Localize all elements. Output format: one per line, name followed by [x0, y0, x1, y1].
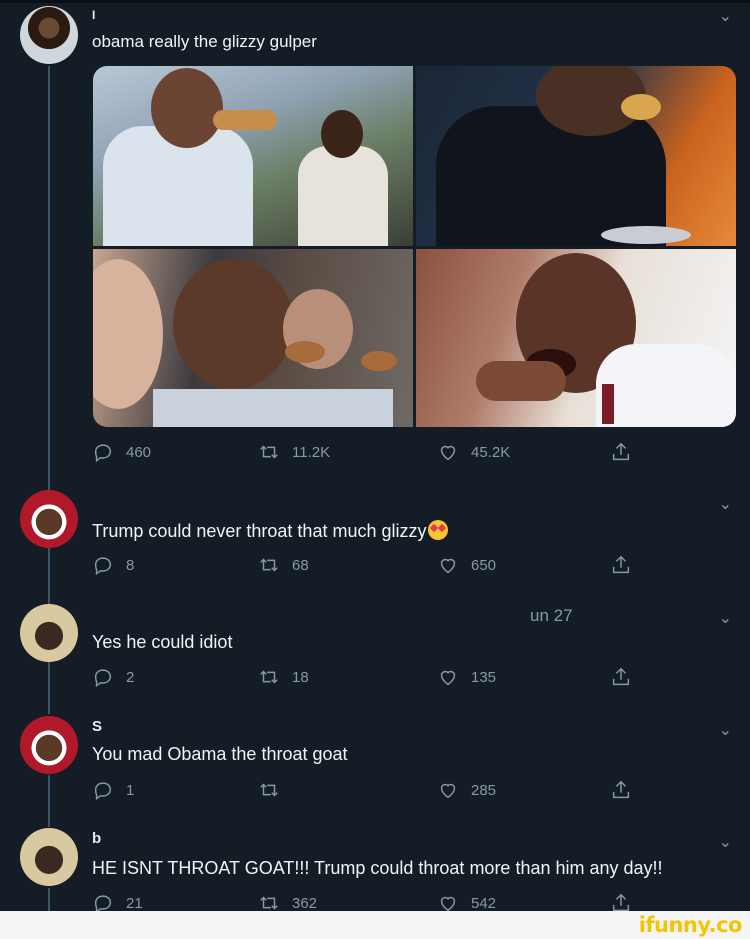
tweet[interactable]: b ⌄ HE ISNT THROAT GOAT!!! Trump could t… [0, 826, 750, 916]
avatar[interactable] [20, 828, 78, 886]
reply-icon [94, 444, 112, 463]
tweet-text: HE ISNT THROAT GOAT!!! Trump could throa… [92, 858, 663, 878]
tweet-date: un 27 [530, 606, 573, 625]
share-icon [612, 780, 630, 799]
reply-button[interactable]: 1 [92, 779, 134, 801]
watermark-bar: ifunny.co [0, 911, 750, 939]
tweet-actions: 1 285 [92, 779, 652, 803]
avatar[interactable] [20, 604, 78, 662]
share-button[interactable] [610, 666, 632, 688]
share-button[interactable] [610, 554, 632, 576]
reply-count: 2 [126, 668, 135, 686]
avatar[interactable] [20, 490, 78, 548]
like-button[interactable]: 45.2K [437, 441, 510, 463]
tweet-text: Trump could never throat that much glizz… [92, 520, 449, 542]
like-count: 135 [471, 668, 497, 686]
tweet-author[interactable]: S [92, 718, 102, 735]
heart-icon [440, 558, 456, 574]
tweet-actions: 8 68 650 [92, 554, 652, 578]
tweet[interactable]: I ⌄ obama really the glizzy gulper 460 1… [0, 0, 750, 480]
like-count: 542 [471, 894, 497, 912]
retweet-button[interactable] [258, 779, 292, 801]
chevron-down-icon[interactable]: ⌄ [719, 608, 732, 628]
like-count: 650 [471, 556, 497, 574]
heart-eyes-emoji-icon [428, 520, 449, 540]
avatar[interactable] [20, 6, 78, 64]
tweet[interactable]: S ⌄ You mad Obama the throat goat 1 285 [0, 712, 750, 822]
avatar[interactable] [20, 716, 78, 774]
like-count: 45.2K [471, 443, 511, 461]
heart-icon [440, 445, 456, 461]
like-button[interactable]: 285 [437, 779, 496, 801]
retweet-icon [260, 783, 278, 797]
photo-grid[interactable] [93, 66, 736, 427]
like-button[interactable]: 650 [437, 554, 496, 576]
tweet-author[interactable]: b [92, 830, 101, 847]
retweet-icon [260, 670, 278, 684]
retweet-count: 68 [292, 556, 309, 574]
reply-count: 21 [126, 894, 143, 912]
retweet-button[interactable]: 68 [258, 554, 309, 576]
retweet-button[interactable]: 11.2K [258, 441, 330, 463]
tweet-text: Yes he could idiot [92, 632, 233, 652]
retweet-icon [260, 558, 278, 572]
reply-count: 460 [126, 443, 152, 461]
share-button[interactable] [610, 779, 632, 801]
chevron-down-icon[interactable]: ⌄ [719, 720, 732, 740]
reply-button[interactable]: 8 [92, 554, 134, 576]
tweet-author[interactable]: I [92, 8, 95, 22]
retweet-count: 18 [292, 668, 309, 686]
photo[interactable] [416, 66, 736, 246]
tweet-text: You mad Obama the throat goat [92, 744, 348, 764]
share-icon [612, 667, 630, 686]
tweet[interactable]: un 27 ⌄ Yes he could idiot 2 18 135 [0, 600, 750, 710]
ifunny-logo: ifunny.co [638, 913, 743, 937]
reply-icon [94, 782, 112, 801]
reply-button[interactable]: 460 [92, 441, 151, 463]
photo[interactable] [93, 249, 413, 427]
reply-button[interactable]: 2 [92, 666, 134, 688]
tweet-actions: 460 11.2K 45.2K [92, 441, 652, 465]
reply-count: 8 [126, 556, 135, 574]
heart-icon [440, 670, 456, 686]
share-icon [612, 442, 630, 461]
tweet[interactable]: ⌄ Trump could never throat that much gli… [0, 486, 750, 596]
photo[interactable] [93, 66, 413, 246]
chevron-down-icon[interactable]: ⌄ [719, 494, 732, 514]
chevron-down-icon[interactable]: ⌄ [719, 6, 732, 26]
tweet-actions: 2 18 135 [92, 666, 652, 690]
share-icon [612, 555, 630, 574]
reply-icon [94, 557, 112, 576]
reply-icon [94, 669, 112, 688]
retweet-count: 362 [292, 894, 318, 912]
like-button[interactable]: 135 [437, 666, 496, 688]
like-count: 285 [471, 781, 497, 799]
reply-count: 1 [126, 781, 135, 799]
retweet-icon [260, 445, 278, 459]
share-button[interactable] [610, 441, 632, 463]
retweet-count: 11.2K [292, 443, 331, 461]
tweet-text: obama really the glizzy gulper [92, 32, 317, 51]
retweet-button[interactable]: 18 [258, 666, 309, 688]
heart-icon [440, 783, 456, 799]
photo[interactable] [416, 249, 736, 427]
chevron-down-icon[interactable]: ⌄ [719, 832, 732, 852]
